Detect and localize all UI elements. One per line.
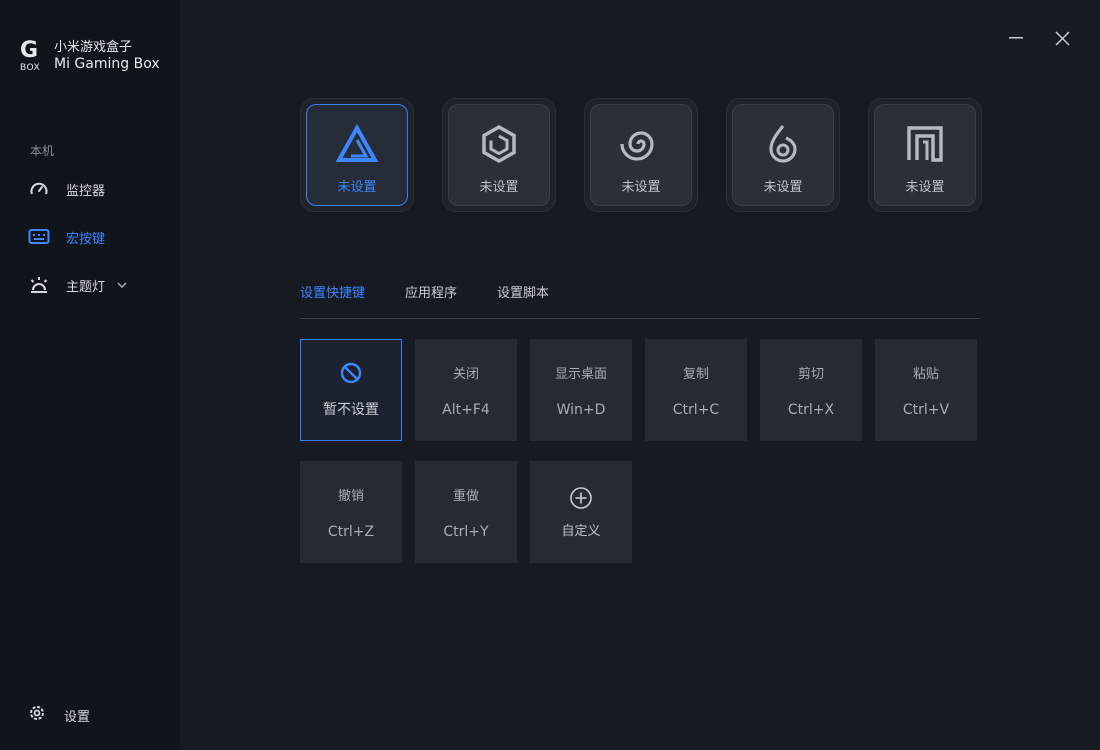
slot-label: 未设置 [621, 179, 661, 195]
tab-divider [300, 318, 980, 319]
key-option-cut[interactable]: 剪切 Ctrl+X [760, 339, 862, 441]
key-combo: Alt+F4 [442, 401, 490, 418]
key-option-paste[interactable]: 粘贴 Ctrl+V [875, 339, 977, 441]
macro-slot-3[interactable]: 未设置 [584, 98, 698, 212]
macro-slot-4[interactable]: 未设置 [726, 98, 840, 212]
sidebar: G BOX 小米游戏盒子 Mi Gaming Box 本机 监控器 宏按键 主题… [0, 0, 180, 750]
sidebar-item-label: 监控器 [66, 183, 106, 199]
key-option-undo[interactable]: 撤销 Ctrl+Z [300, 461, 402, 563]
key-option-custom[interactable]: 自定义 [530, 461, 632, 563]
key-combo: Ctrl+V [902, 401, 950, 418]
key-combo: Win+D [556, 401, 606, 418]
slot-label: 未设置 [337, 179, 377, 195]
key-name: 重做 [452, 488, 479, 504]
tab-applications[interactable]: 应用程序 [405, 282, 457, 301]
key-option-show-desktop[interactable]: 显示桌面 Win+D [530, 339, 632, 441]
logo-glyph: G [20, 38, 39, 63]
sidebar-item-label: 宏按键 [66, 231, 106, 247]
speedometer-icon [28, 178, 50, 200]
hexagon-logo-icon [482, 124, 516, 163]
key-label: 自定义 [561, 523, 601, 539]
spiral-logo-icon [620, 130, 654, 161]
macro-slot-1[interactable]: 未设置 [300, 98, 414, 212]
key-option-copy[interactable]: 复制 Ctrl+C [645, 339, 747, 441]
hotkey-grid: 暂不设置 关闭 Alt+F4 显示桌面 Win+D 复制 Ctrl+C 剪切 C… [300, 339, 990, 583]
key-name: 粘贴 [912, 366, 939, 382]
flame-logo-icon [769, 124, 797, 163]
key-combo: Ctrl+Y [443, 523, 489, 540]
keyboard-icon [28, 226, 50, 248]
ban-icon [340, 362, 362, 384]
settings-button[interactable]: 设置 [28, 704, 90, 726]
plus-circle-icon [570, 486, 592, 509]
key-option-none[interactable]: 暂不设置 [300, 339, 402, 441]
settings-label: 设置 [64, 709, 91, 725]
minimize-button[interactable] [1006, 28, 1026, 48]
key-name: 剪切 [797, 366, 824, 382]
slot-label: 未设置 [479, 179, 519, 195]
minimize-icon [1009, 37, 1023, 39]
key-combo: Ctrl+Z [327, 523, 375, 540]
logo-box-text: BOX [20, 63, 41, 73]
section-label-local: 本机 [30, 144, 55, 158]
logo-mark-icon: G BOX [20, 38, 46, 74]
tab-set-script[interactable]: 设置脚本 [497, 282, 549, 301]
triangle-logo-icon [335, 123, 379, 162]
gear-icon [28, 704, 46, 726]
sidebar-item-macro[interactable]: 宏按键 [28, 225, 105, 249]
macro-slots: 未设置 未设置 未设置 未设置 未设置 [300, 98, 1010, 212]
app-title-en: Mi Gaming Box [54, 56, 160, 72]
tab-bar: 设置快捷键 应用程序 设置脚本 [300, 282, 589, 301]
key-option-close[interactable]: 关闭 Alt+F4 [415, 339, 517, 441]
sidebar-item-monitor[interactable]: 监控器 [28, 177, 105, 201]
app-logo: G BOX 小米游戏盒子 Mi Gaming Box [20, 38, 160, 74]
chevron-down-icon[interactable] [117, 280, 127, 290]
sidebar-item-theme-light[interactable]: 主题灯 [28, 273, 127, 297]
close-button[interactable] [1052, 28, 1072, 48]
key-combo: Ctrl+X [787, 401, 835, 418]
key-name: 复制 [682, 366, 709, 382]
light-icon [28, 274, 50, 296]
square-spiral-logo-icon [907, 125, 943, 162]
sidebar-item-label: 主题灯 [66, 279, 106, 295]
slot-label: 未设置 [905, 179, 945, 195]
key-option-redo[interactable]: 重做 Ctrl+Y [415, 461, 517, 563]
app-title-cn: 小米游戏盒子 [54, 40, 133, 55]
macro-slot-5[interactable]: 未设置 [868, 98, 982, 212]
key-label: 暂不设置 [323, 402, 379, 418]
key-combo: Ctrl+C [672, 401, 720, 418]
close-icon [1054, 30, 1070, 46]
key-name: 关闭 [452, 366, 479, 382]
slot-label: 未设置 [763, 179, 803, 195]
tab-set-hotkey[interactable]: 设置快捷键 [300, 282, 365, 301]
key-name: 撤销 [337, 488, 364, 504]
macro-slot-2[interactable]: 未设置 [442, 98, 556, 212]
key-name: 显示桌面 [554, 366, 607, 382]
